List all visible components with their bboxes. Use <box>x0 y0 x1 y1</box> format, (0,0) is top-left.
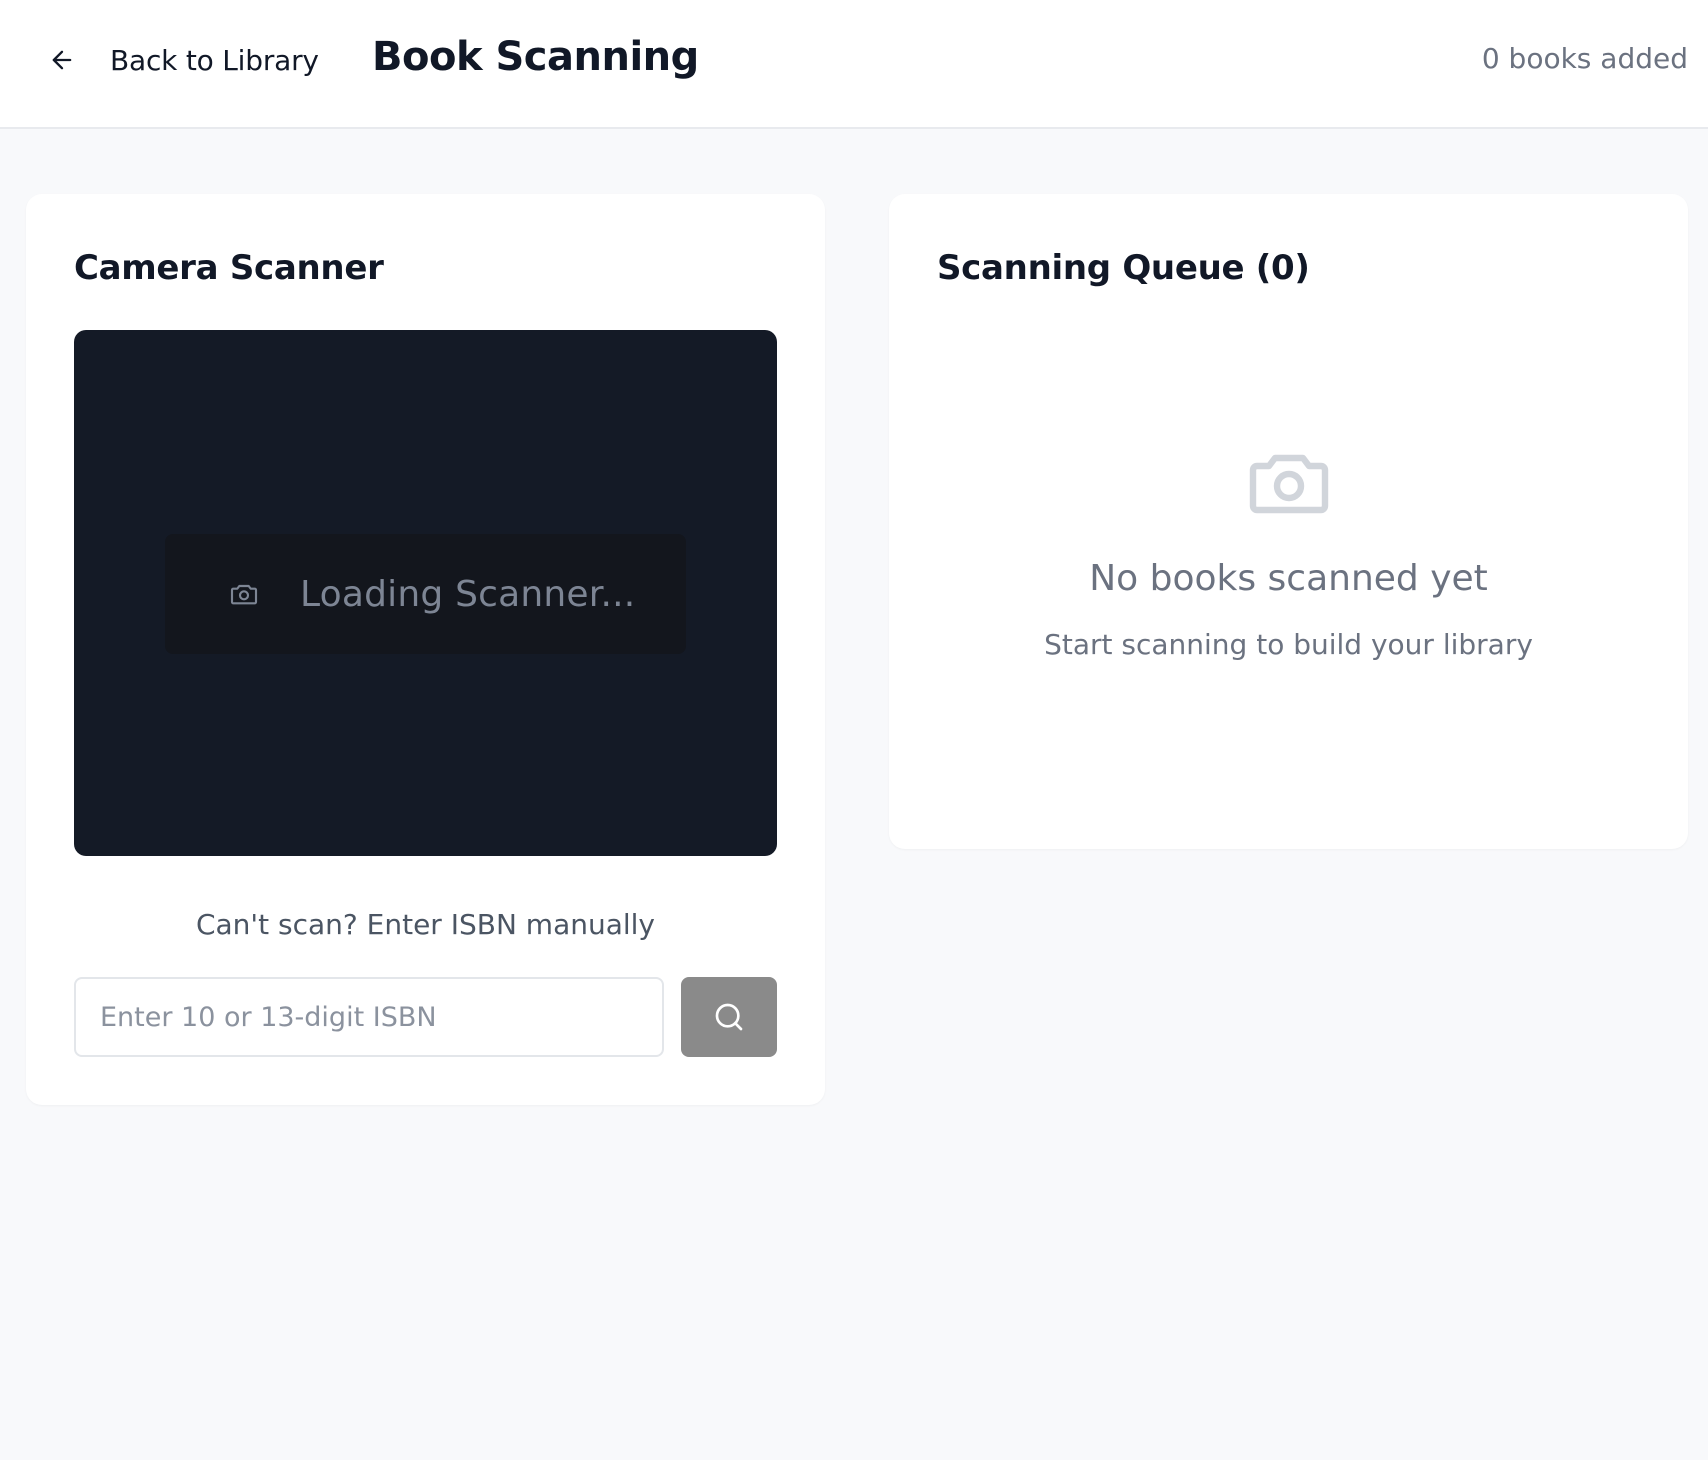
isbn-input[interactable] <box>74 977 664 1057</box>
scanning-queue-title: Scanning Queue (0) <box>937 248 1310 288</box>
loading-scanner-indicator: Loading Scanner... <box>165 534 686 654</box>
isbn-search-button[interactable] <box>681 977 777 1057</box>
scanning-queue-card: Scanning Queue (0) No books scanned yet … <box>889 194 1688 849</box>
camera-icon <box>1249 454 1329 514</box>
empty-queue-title: No books scanned yet <box>1089 558 1488 599</box>
back-to-library-button[interactable]: Back to Library <box>48 36 319 84</box>
camera-scanner-card: Camera Scanner Loading Scanner... Can't … <box>26 194 825 1105</box>
camera-viewport: Loading Scanner... <box>74 330 777 856</box>
books-added-count: 0 books added <box>1481 42 1688 75</box>
manual-entry-hint: Can't scan? Enter ISBN manually <box>195 908 656 941</box>
arrow-left-icon <box>52 50 72 70</box>
search-icon <box>715 1003 743 1031</box>
camera-scanner-title: Camera Scanner <box>74 248 384 288</box>
empty-queue-subtitle: Start scanning to build your library <box>1044 628 1533 661</box>
back-label: Back to Library <box>110 43 319 77</box>
camera-icon <box>230 584 258 605</box>
page-title: Book Scanning <box>372 34 699 80</box>
top-header: Back to Library Book Scanning 0 books ad… <box>0 0 1708 129</box>
loading-scanner-text: Loading Scanner... <box>300 573 636 615</box>
